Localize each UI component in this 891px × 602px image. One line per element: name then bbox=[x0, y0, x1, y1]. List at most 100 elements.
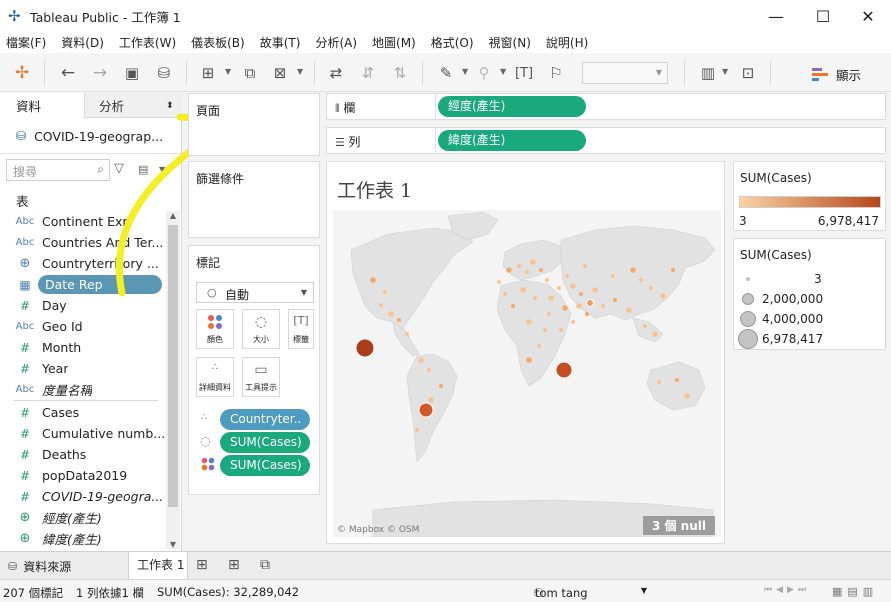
case-marker[interactable] bbox=[565, 274, 569, 278]
pill-sum-cases-color[interactable]: SUM(Cases) bbox=[220, 455, 310, 476]
case-marker[interactable] bbox=[585, 312, 589, 316]
sort-descending-icon[interactable]: ⇅ bbox=[388, 61, 412, 85]
size-button[interactable]: ◌ 大小 bbox=[242, 309, 280, 349]
show-mark-labels-icon[interactable]: [T] bbox=[512, 61, 536, 85]
filters-shelf[interactable]: 篩選條件 bbox=[188, 161, 320, 238]
case-marker[interactable] bbox=[657, 380, 661, 384]
new-datasource-icon[interactable]: ⛁ bbox=[152, 61, 176, 85]
menu-window[interactable]: 視窗(N) bbox=[489, 34, 531, 51]
close-button[interactable]: ✕ bbox=[845, 0, 891, 32]
scroll-down-icon[interactable]: ▼ bbox=[166, 540, 180, 549]
case-marker[interactable] bbox=[503, 292, 507, 296]
null-indicator[interactable]: 3 個 null bbox=[642, 516, 715, 535]
case-marker[interactable] bbox=[427, 368, 431, 372]
chevron-down-icon[interactable]: ▼ bbox=[722, 67, 728, 76]
case-marker[interactable] bbox=[557, 286, 561, 290]
case-marker[interactable] bbox=[428, 397, 434, 403]
case-marker[interactable] bbox=[537, 344, 541, 348]
new-story-icon[interactable]: ⧉ bbox=[260, 557, 270, 573]
case-marker[interactable] bbox=[388, 311, 394, 317]
case-marker[interactable] bbox=[559, 328, 563, 332]
chevron-down-icon[interactable]: ▼ bbox=[462, 67, 468, 76]
case-marker[interactable] bbox=[643, 324, 647, 328]
case-marker[interactable] bbox=[418, 357, 424, 363]
sheet-navigation-icons[interactable]: ⏮◀▶⏭ bbox=[764, 585, 810, 595]
chevron-down-icon[interactable]: ▼ bbox=[225, 67, 231, 76]
group-members-icon[interactable]: ⚲ bbox=[472, 61, 496, 85]
menu-file[interactable]: 檔案(F) bbox=[6, 34, 46, 51]
highlight-icon[interactable]: ✎ bbox=[434, 61, 458, 85]
pill-latitude[interactable]: 緯度(產生) bbox=[438, 130, 586, 151]
field-popdata2019[interactable]: # popData2019 bbox=[0, 465, 165, 486]
show-me-button[interactable]: 顯示 bbox=[812, 63, 861, 85]
field-geo-id[interactable]: Abc Geo Id bbox=[0, 316, 165, 337]
chevron-down-icon[interactable]: ▼ bbox=[500, 67, 506, 76]
case-marker[interactable] bbox=[525, 270, 529, 274]
color-button[interactable]: 顏色 bbox=[196, 309, 234, 349]
case-marker[interactable] bbox=[562, 305, 568, 311]
pill-countryterritory-detail[interactable]: Countryter.. bbox=[220, 409, 310, 430]
case-marker[interactable] bbox=[539, 268, 543, 272]
case-marker[interactable] bbox=[630, 267, 636, 273]
tab-datasource[interactable]: ⛁ 資料來源 bbox=[8, 558, 71, 575]
case-marker-large[interactable] bbox=[418, 402, 434, 418]
case-marker[interactable] bbox=[592, 287, 598, 293]
pill-sum-cases-size[interactable]: SUM(Cases) bbox=[220, 432, 310, 453]
case-marker[interactable] bbox=[649, 286, 653, 290]
new-dashboard-icon[interactable]: ⊞ bbox=[228, 557, 240, 573]
field-deaths[interactable]: # Deaths bbox=[0, 444, 165, 465]
tab-data[interactable]: 資料 bbox=[0, 93, 85, 118]
case-marker[interactable] bbox=[576, 303, 582, 309]
menu-map[interactable]: 地圖(M) bbox=[372, 34, 416, 51]
fit-dropdown[interactable]: ▼ bbox=[582, 62, 668, 84]
presentation-mode-icon[interactable]: ⊡ bbox=[736, 61, 760, 85]
case-marker[interactable] bbox=[530, 259, 536, 265]
case-marker[interactable] bbox=[439, 384, 443, 388]
rows-shelf[interactable]: ☰ 列 緯度(產生) bbox=[326, 127, 886, 154]
mark-type-dropdown[interactable]: ○ 自動 ▼ bbox=[196, 282, 314, 303]
case-marker-large[interactable] bbox=[586, 299, 594, 307]
pin-icon[interactable]: ⚐ bbox=[544, 61, 568, 85]
case-marker[interactable] bbox=[613, 298, 617, 302]
field-longitude-generated[interactable]: ⊕ 經度(產生) bbox=[0, 507, 165, 528]
chevron-down-icon[interactable]: ▼ bbox=[297, 67, 303, 76]
case-marker[interactable] bbox=[379, 303, 383, 307]
menu-worksheet[interactable]: 工作表(W) bbox=[119, 34, 176, 51]
case-marker[interactable] bbox=[583, 264, 587, 268]
case-marker[interactable] bbox=[571, 320, 575, 324]
minimize-button[interactable]: — bbox=[753, 0, 799, 32]
case-marker[interactable] bbox=[520, 287, 526, 293]
show-cards-icon[interactable]: ▥ bbox=[696, 61, 720, 85]
case-marker[interactable] bbox=[370, 277, 376, 283]
case-marker[interactable] bbox=[415, 428, 419, 432]
pages-shelf[interactable]: 頁面 bbox=[188, 93, 320, 156]
case-marker[interactable] bbox=[639, 278, 643, 282]
tooltip-button[interactable]: ▭ 工具提示 bbox=[242, 357, 280, 397]
case-marker-large[interactable] bbox=[355, 338, 375, 358]
save-icon[interactable]: ▣ bbox=[120, 61, 144, 85]
case-marker[interactable] bbox=[497, 280, 501, 284]
case-marker[interactable] bbox=[626, 307, 632, 313]
new-worksheet-icon[interactable]: ⊞ bbox=[196, 557, 208, 573]
field-measure-names[interactable]: Abc 度量名稱 bbox=[0, 379, 165, 400]
case-marker[interactable] bbox=[526, 357, 532, 363]
case-marker[interactable] bbox=[506, 267, 512, 273]
case-marker[interactable] bbox=[675, 378, 679, 382]
menu-dashboard[interactable]: 儀表板(B) bbox=[191, 34, 245, 51]
maximize-button[interactable]: ☐ bbox=[800, 0, 846, 32]
case-marker[interactable] bbox=[511, 304, 515, 308]
undo-icon[interactable]: ← bbox=[56, 61, 80, 85]
case-marker[interactable] bbox=[543, 328, 547, 332]
field-year[interactable]: # Year bbox=[0, 358, 165, 379]
field-record-count[interactable]: # COVID-19-geogra... bbox=[0, 486, 165, 507]
case-marker[interactable] bbox=[383, 290, 387, 294]
field-latitude-generated[interactable]: ⊕ 緯度(產生) bbox=[0, 528, 165, 549]
user-menu[interactable]: ⚇ tom tang ▼ bbox=[527, 581, 651, 601]
case-marker[interactable] bbox=[526, 319, 532, 325]
case-marker[interactable] bbox=[611, 274, 615, 278]
swap-rows-columns-icon[interactable]: ⇄ bbox=[324, 61, 348, 85]
pill-longitude[interactable]: 經度(產生) bbox=[438, 96, 586, 117]
case-marker[interactable] bbox=[533, 296, 537, 300]
case-marker[interactable] bbox=[660, 293, 666, 299]
field-cases[interactable]: # Cases bbox=[0, 402, 165, 423]
